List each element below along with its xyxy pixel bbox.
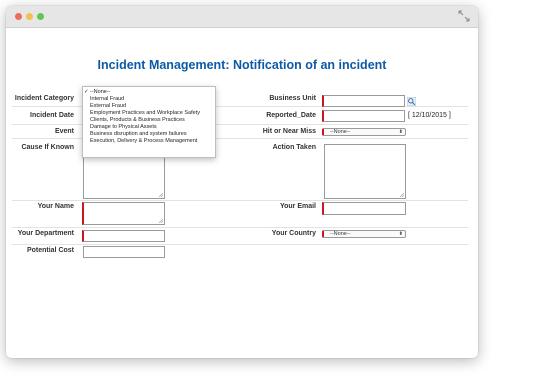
your-email-label: Your Email [279, 203, 316, 210]
dropdown-option-internal-fraud[interactable]: Internal Fraud [83, 96, 215, 103]
business-unit-input[interactable] [322, 95, 405, 107]
dropdown-option-business-disruption[interactable]: Business disruption and system failures [83, 131, 215, 138]
incident-category-dropdown[interactable]: ✓ --None-- Internal Fraud External Fraud… [82, 86, 216, 158]
action-taken-textarea[interactable] [324, 144, 406, 199]
row-divider [12, 138, 468, 139]
browser-window: Incident Management: Notification of an … [6, 6, 478, 358]
maximize-window-button[interactable] [37, 13, 44, 20]
close-window-button[interactable] [15, 13, 22, 20]
reported-date-today-link[interactable]: [ 12/10/2015 ] [408, 112, 451, 119]
dropdown-option-damage-physical-assets[interactable]: Damage to Physical Assets [83, 124, 215, 131]
checkmark-icon: ✓ [84, 89, 89, 95]
dropdown-option-external-fraud[interactable]: External Fraud [83, 103, 215, 110]
resize-grip-icon[interactable] [158, 218, 163, 223]
resize-grip-icon[interactable] [158, 192, 163, 197]
minimize-window-button[interactable] [26, 13, 33, 20]
select-arrows-icon: ⬍ [398, 231, 403, 237]
potential-cost-label: Potential Cost [26, 247, 74, 254]
lookup-search-icon[interactable] [407, 97, 416, 106]
row-divider [12, 244, 468, 245]
row-divider [12, 200, 468, 201]
your-country-select[interactable]: --None-- ⬍ [322, 230, 406, 238]
page-title: Incident Management: Notification of an … [97, 58, 387, 72]
resize-grip-icon[interactable] [399, 192, 404, 197]
potential-cost-input[interactable] [83, 246, 165, 258]
reported-date-input[interactable] [322, 110, 405, 122]
expand-arrows-icon[interactable] [458, 10, 470, 22]
row-divider [12, 124, 468, 125]
your-country-label: Your Country [271, 230, 316, 237]
select-arrows-icon: ⬍ [398, 129, 403, 135]
row-divider [12, 227, 468, 228]
your-country-value: --None-- [330, 231, 351, 237]
form-page: Incident Management: Notification of an … [6, 28, 478, 358]
your-email-input[interactable] [322, 202, 406, 215]
hit-or-near-miss-select[interactable]: --None-- ⬍ [322, 128, 406, 136]
window-titlebar [6, 6, 478, 28]
dropdown-option-execution-delivery[interactable]: Execution, Delivery & Process Management [83, 138, 215, 145]
dropdown-option-clients-products[interactable]: Clients, Products & Business Practices [83, 117, 215, 124]
dropdown-option-employment-practices[interactable]: Employment Practices and Workplace Safet… [83, 110, 215, 117]
dropdown-option-none[interactable]: ✓ --None-- [83, 89, 215, 96]
hit-or-near-miss-value: --None-- [330, 129, 351, 135]
